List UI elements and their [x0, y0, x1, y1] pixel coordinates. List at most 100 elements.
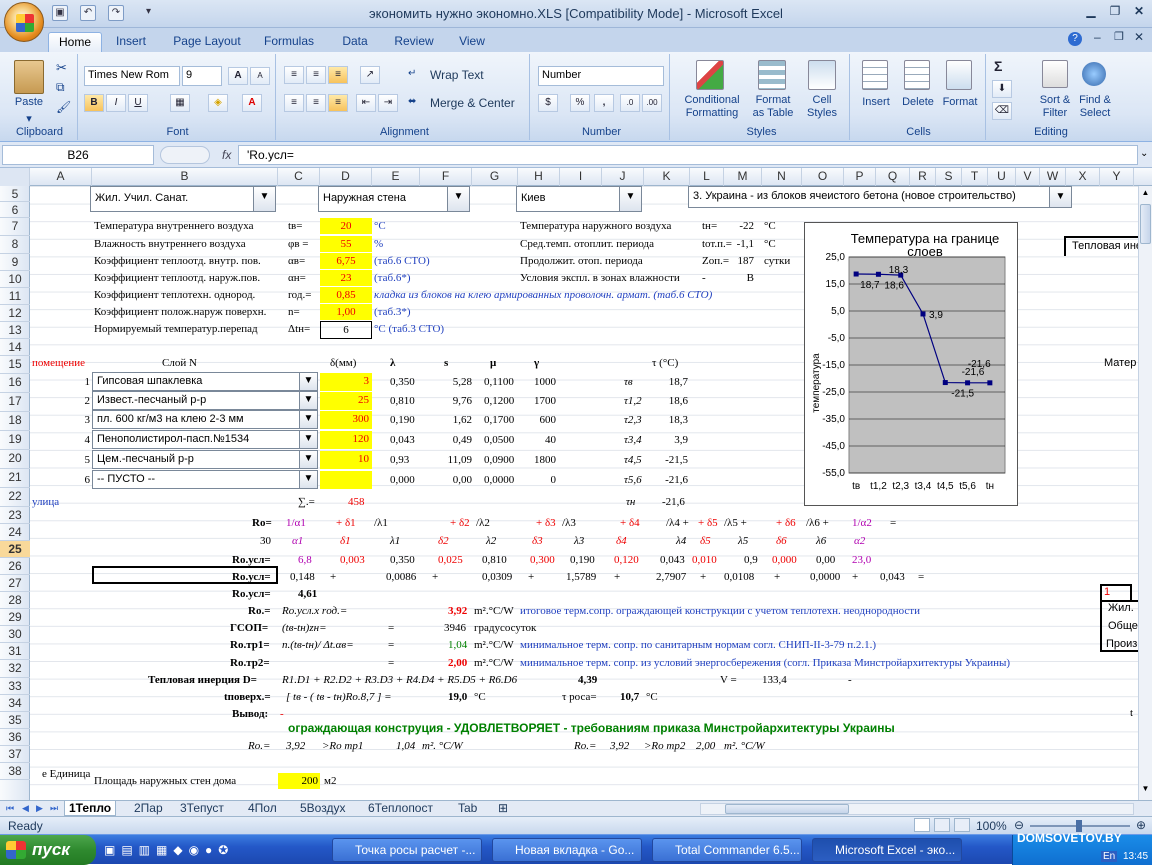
percent-button[interactable]: % — [570, 94, 590, 112]
new-sheet-icon[interactable]: ⊞ — [494, 801, 512, 816]
autosum-button[interactable]: Σ — [994, 58, 1002, 74]
shrink-font-button[interactable]: A — [250, 67, 270, 85]
chevron-down-icon[interactable]: ▼ — [299, 431, 317, 448]
binoculars-icon[interactable] — [1082, 62, 1106, 86]
clear-icon[interactable]: ⌫ — [992, 102, 1012, 120]
param-value[interactable]: 23 — [320, 270, 372, 286]
sheet-nav-last-icon[interactable]: ⏭ — [46, 801, 62, 816]
insert-cells-button[interactable]: Insert — [856, 96, 896, 108]
row-header[interactable]: 26 — [0, 558, 30, 575]
row-header[interactable]: 34 — [0, 695, 30, 712]
paste-button[interactable]: Paste — [6, 96, 52, 108]
col-T[interactable]: T — [962, 168, 988, 186]
sheet-nav-first-icon[interactable]: ⏮ — [2, 801, 18, 816]
quick-launch-icons[interactable]: ▣▤▥▦◆◉●✪ — [104, 843, 334, 859]
wb-minimize-icon[interactable]: – — [1094, 30, 1101, 44]
sheet-tab-5[interactable]: 5Воздух — [296, 801, 349, 816]
find-select-button[interactable]: Find & Select — [1076, 94, 1114, 120]
task-dew-point[interactable]: Точка росы расчет -... — [332, 838, 482, 862]
page-layout-view-icon[interactable] — [934, 818, 950, 832]
layer-thickness[interactable] — [320, 471, 372, 489]
grow-font-button[interactable]: A — [228, 67, 248, 85]
col-A[interactable]: A — [30, 168, 92, 186]
layer-material-dropdown[interactable]: -- ПУСТО -- ▼ — [92, 470, 318, 489]
row-header[interactable]: 35 — [0, 712, 30, 729]
layer-thickness[interactable]: 300 — [320, 411, 372, 429]
row-header[interactable]: 32 — [0, 660, 30, 678]
row-header[interactable]: 21 — [0, 469, 30, 488]
insert-function-button[interactable]: fx — [222, 148, 231, 162]
sheet-tab-7[interactable]: Tab — [454, 801, 481, 816]
scroll-down-icon[interactable]: ▼ — [1140, 784, 1151, 796]
construction-type-dropdown[interactable]: 3. Украина - из блоков ячеистого бетона … — [688, 186, 1072, 208]
decrease-indent-icon[interactable]: ⇤ — [356, 94, 376, 112]
layer-thickness[interactable]: 120 — [320, 431, 372, 449]
layer-material-dropdown[interactable]: Цем.-песчаный р-р ▼ — [92, 450, 318, 469]
param-value[interactable]: 20 — [320, 218, 372, 234]
row-header[interactable]: 29 — [0, 609, 30, 626]
underline-button[interactable]: U — [128, 94, 148, 112]
sheet-nav-prev-icon[interactable]: ◀ — [18, 801, 33, 816]
chevron-down-icon[interactable]: ▼ — [299, 451, 317, 468]
font-color-icon[interactable]: A — [242, 94, 262, 112]
tab-page-layout[interactable]: Page Layout — [168, 32, 246, 52]
row-header[interactable]: 6 — [0, 202, 30, 218]
chevron-down-icon[interactable]: ▼ — [299, 392, 317, 409]
chevron-down-icon[interactable]: ▼ — [1049, 187, 1071, 207]
col-O[interactable]: O — [802, 168, 844, 186]
bold-button[interactable]: B — [84, 94, 104, 112]
r38-val[interactable]: 200 — [278, 773, 320, 789]
cell-styles-button[interactable]: Cell Styles — [802, 94, 842, 120]
task-total-commander[interactable]: Total Commander 6.5... — [652, 838, 802, 862]
chevron-down-icon[interactable]: ▼ — [253, 187, 275, 211]
language-indicator[interactable]: En — [1101, 851, 1118, 862]
merge-center-button[interactable]: Merge & Center — [430, 96, 515, 110]
layer-thickness[interactable]: 25 — [320, 392, 372, 410]
font-name-box[interactable]: Times New Rom — [84, 66, 180, 86]
col-Y[interactable]: Y — [1100, 168, 1134, 186]
sheet-tab-4[interactable]: 4Пол — [244, 801, 281, 816]
maximize-icon[interactable]: ❐ — [1104, 4, 1126, 22]
row-header[interactable]: 37 — [0, 746, 30, 763]
normal-view-icon[interactable] — [914, 818, 930, 832]
row-header[interactable]: 14 — [0, 339, 30, 356]
row-header[interactable]: 38 — [0, 763, 30, 780]
sheet-tab-6[interactable]: 6Теплопост — [364, 801, 437, 816]
hscroll-thumb[interactable] — [725, 804, 849, 814]
tab-view[interactable]: View — [452, 32, 492, 52]
increase-indent-icon[interactable]: ⇥ — [378, 94, 398, 112]
param-value[interactable]: 6,75 — [320, 253, 372, 269]
row-header[interactable]: 11 — [0, 288, 30, 305]
chevron-down-icon[interactable]: ▼ — [299, 373, 317, 390]
chevron-down-icon[interactable]: ▼ — [299, 471, 317, 488]
sort-filter-icon[interactable] — [1042, 60, 1068, 88]
sheet-tab-3[interactable]: 3Тепуст — [176, 801, 228, 816]
fill-color-icon[interactable]: ◈ — [208, 94, 228, 112]
expand-formula-icon[interactable]: ⌄ — [1140, 148, 1148, 159]
temperature-chart[interactable]: Температура на границе слоев температура … — [804, 222, 1018, 506]
sheet-tab-2[interactable]: 2Пар — [130, 801, 167, 816]
sheet-nav-next-icon[interactable]: ▶ — [32, 801, 47, 816]
row-header[interactable]: 23 — [0, 507, 30, 524]
row-header[interactable]: 18 — [0, 412, 30, 431]
cell-styles-icon[interactable] — [808, 60, 836, 90]
col-N[interactable]: N — [762, 168, 802, 186]
row-header[interactable]: 24 — [0, 524, 30, 541]
city-dropdown[interactable]: Киев ▼ — [516, 186, 642, 212]
col-R[interactable]: R — [910, 168, 936, 186]
row-header[interactable]: 27 — [0, 575, 30, 592]
zoom-level[interactable]: 100% — [976, 819, 1007, 833]
row-header[interactable]: 30 — [0, 626, 30, 643]
zoom-in-icon[interactable]: ⊕ — [1136, 818, 1146, 832]
layer-material-dropdown[interactable]: Пенополистирол-пасп.№1534 ▼ — [92, 430, 318, 449]
conditional-formatting-button[interactable]: Conditional Formatting — [678, 94, 746, 120]
col-M[interactable]: M — [724, 168, 762, 186]
chevron-down-icon[interactable]: ▼ — [447, 187, 469, 211]
scroll-thumb[interactable] — [1140, 204, 1151, 244]
row-header[interactable]: 19 — [0, 431, 30, 450]
format-cells-icon[interactable] — [946, 60, 972, 90]
format-as-table-button[interactable]: Format as Table — [750, 94, 796, 120]
tab-insert[interactable]: Insert — [108, 32, 154, 52]
row-header[interactable]: 20 — [0, 450, 30, 469]
font-size-box[interactable]: 9 — [182, 66, 222, 86]
